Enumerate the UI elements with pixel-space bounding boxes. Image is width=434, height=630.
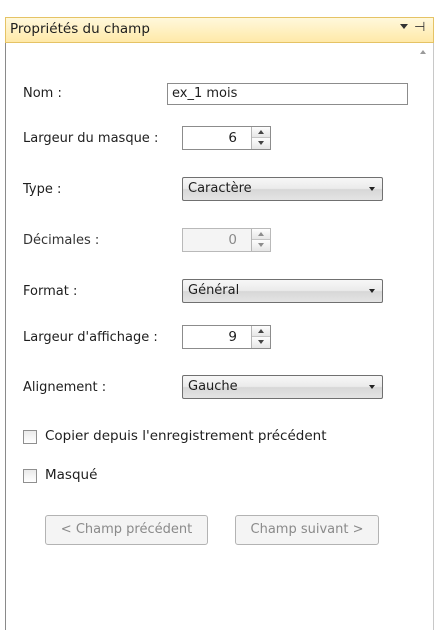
chevron-down-icon bbox=[369, 289, 375, 293]
largeur-affichage-value[interactable]: 9 bbox=[228, 329, 237, 345]
previous-field-button[interactable]: < Champ précédent bbox=[45, 515, 208, 545]
masque-checkbox-label[interactable]: Masqué bbox=[45, 467, 97, 483]
type-label: Type : bbox=[23, 182, 62, 197]
panel-menu-dropdown-icon[interactable] bbox=[400, 24, 408, 29]
decimales-value: 0 bbox=[228, 232, 237, 248]
copier-checkbox-label[interactable]: Copier depuis l'enregistrement précédent bbox=[45, 428, 327, 444]
largeur-affichage-increment-button[interactable] bbox=[252, 326, 270, 337]
nom-input[interactable]: ex_1 mois bbox=[167, 83, 408, 105]
decimales-stepper: 0 bbox=[182, 228, 271, 252]
largeur-masque-decrement-button[interactable] bbox=[252, 138, 270, 149]
next-field-button[interactable]: Champ suivant > bbox=[235, 515, 379, 545]
decimales-increment-button bbox=[252, 229, 270, 240]
alignement-label: Alignement : bbox=[23, 380, 107, 395]
panel-title: Propriétés du champ bbox=[10, 21, 150, 37]
nom-label: Nom : bbox=[23, 86, 62, 101]
masque-checkbox[interactable] bbox=[23, 469, 37, 483]
pin-icon[interactable]: ⊣ bbox=[414, 20, 425, 35]
largeur-affichage-decrement-button[interactable] bbox=[252, 337, 270, 348]
largeur-masque-increment-button[interactable] bbox=[252, 127, 270, 138]
type-select-value: Caractère bbox=[188, 181, 252, 196]
largeur-masque-stepper[interactable]: 6 bbox=[182, 126, 271, 150]
type-select[interactable]: Caractère bbox=[182, 177, 383, 201]
largeur-affichage-label: Largeur d'affichage : bbox=[23, 330, 158, 345]
chevron-down-icon bbox=[369, 187, 375, 191]
format-select[interactable]: Général bbox=[182, 279, 383, 303]
alignement-select[interactable]: Gauche bbox=[182, 375, 383, 399]
chevron-down-icon bbox=[369, 385, 375, 389]
largeur-masque-label: Largeur du masque : bbox=[23, 131, 159, 146]
alignement-select-value: Gauche bbox=[188, 379, 238, 394]
format-label: Format : bbox=[23, 284, 78, 299]
copier-checkbox[interactable] bbox=[23, 430, 37, 444]
decimales-label: Décimales : bbox=[23, 233, 100, 248]
format-select-value: Général bbox=[188, 283, 240, 298]
largeur-affichage-stepper[interactable]: 9 bbox=[182, 325, 271, 349]
largeur-masque-value[interactable]: 6 bbox=[228, 130, 237, 146]
scroll-up-arrow-icon[interactable] bbox=[420, 50, 426, 54]
decimales-decrement-button bbox=[252, 240, 270, 251]
panel-title-bar: Propriétés du champ ⊣ bbox=[5, 17, 434, 43]
